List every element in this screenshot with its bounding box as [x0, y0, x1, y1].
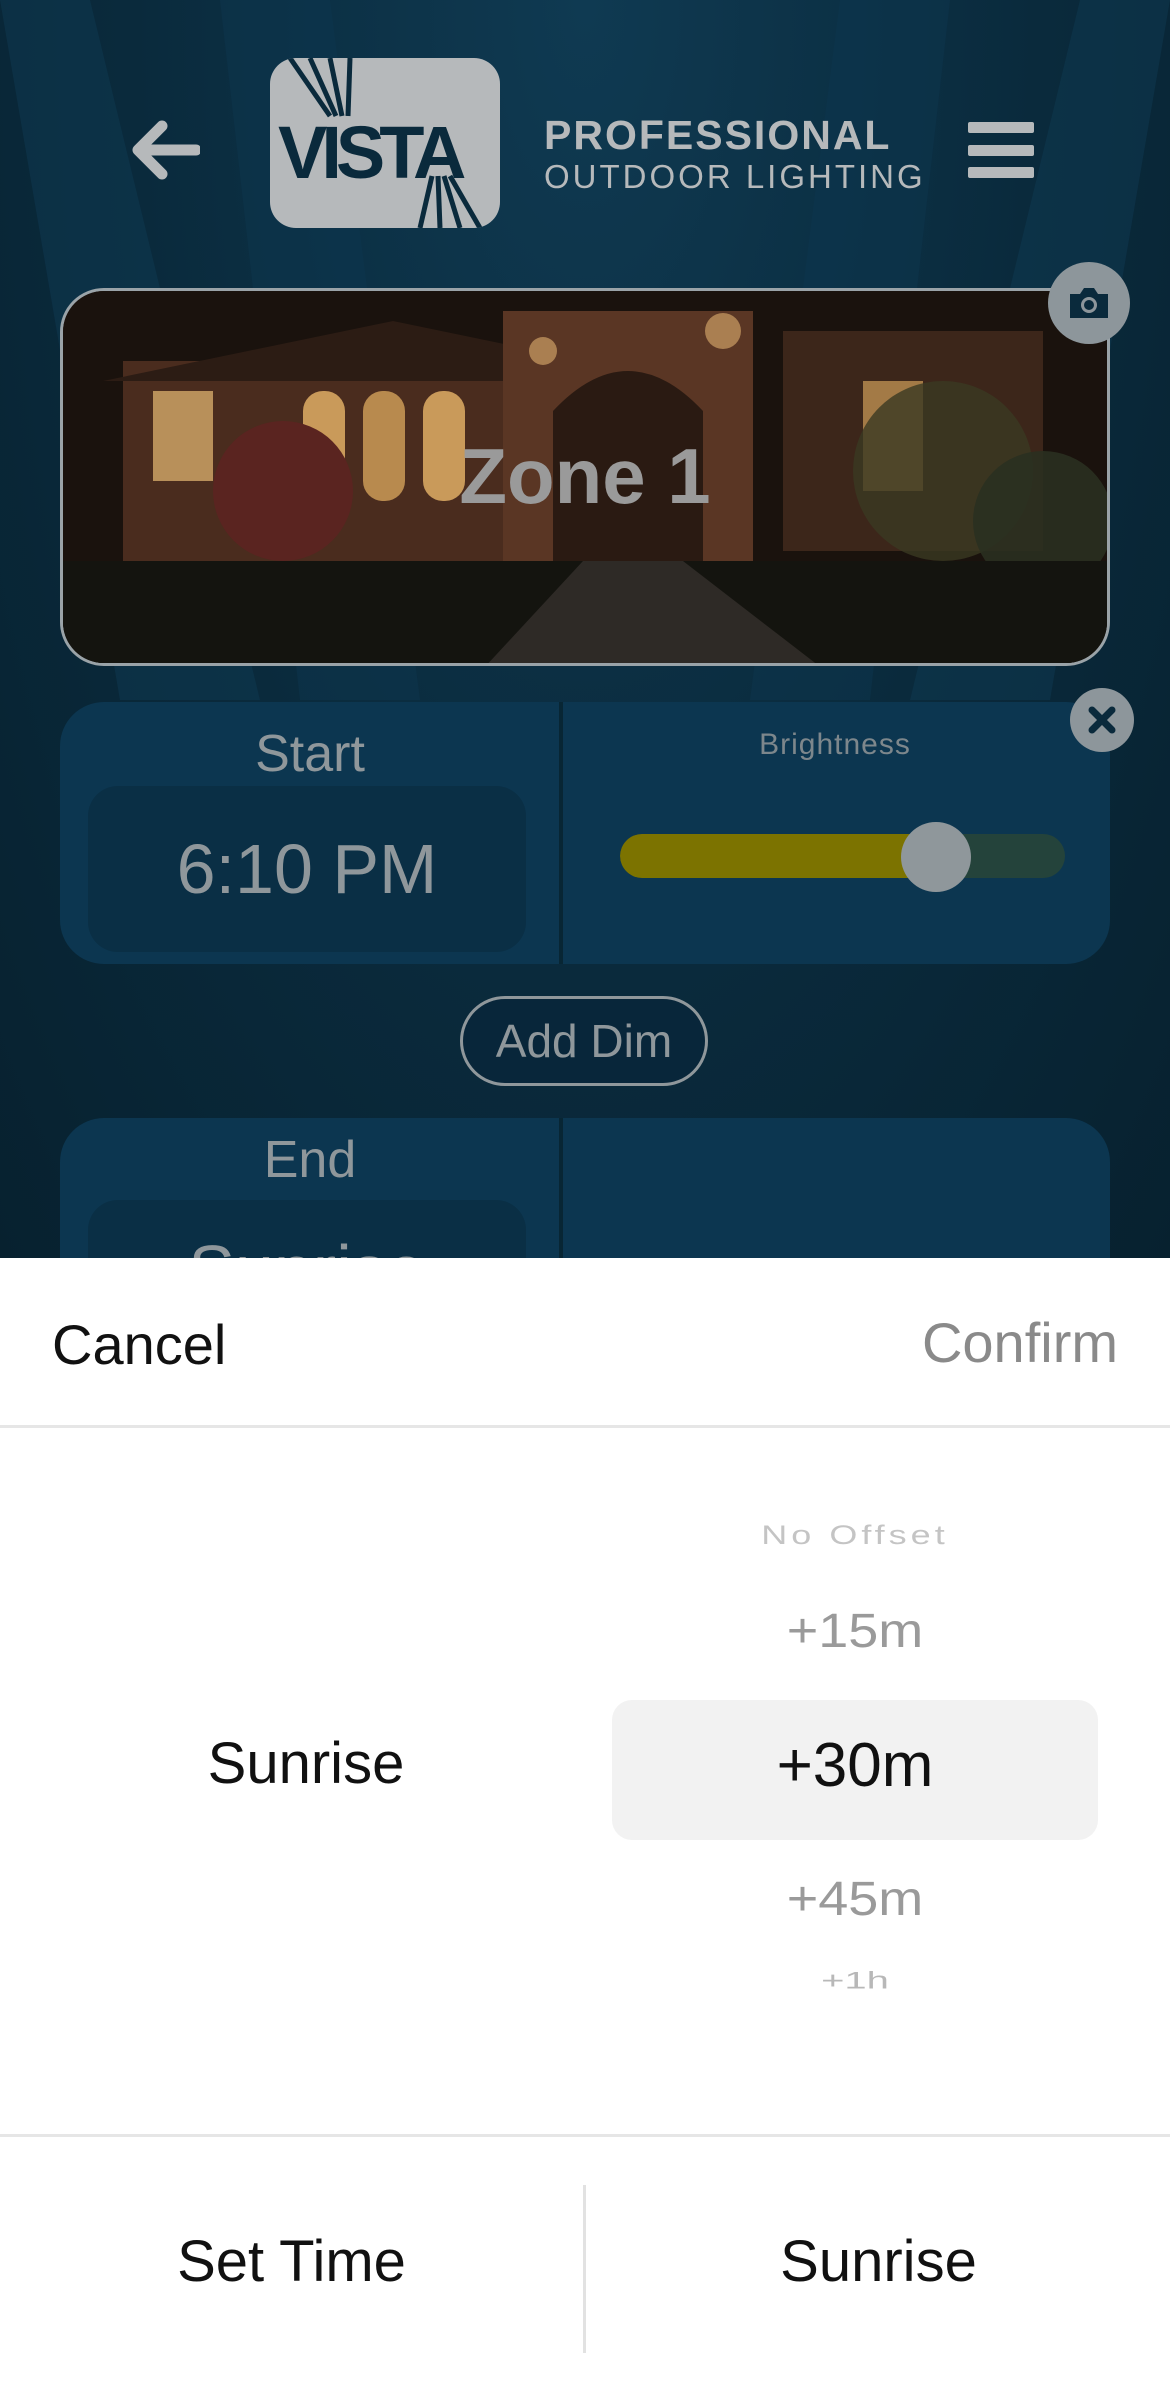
add-dim-button[interactable]: Add Dim [460, 996, 708, 1086]
start-label: Start [255, 725, 365, 783]
brightness-slider-fill [620, 834, 936, 878]
brand-subtitle: OUTDOOR LIGHTING [544, 158, 926, 195]
event-column[interactable]: Sunrise [0, 1430, 612, 2130]
offset-option[interactable]: +15m [612, 1603, 1098, 1659]
camera-button[interactable] [1048, 262, 1130, 344]
sheet-toolbar: Cancel Confirm [0, 1258, 1170, 1428]
start-panel: Start 6:10 PM Brightness [60, 702, 1110, 964]
start-time-value: 6:10 PM [176, 830, 438, 908]
offset-option[interactable]: +45m [612, 1871, 1098, 1927]
sunrise-tab[interactable]: Sunrise [587, 2137, 1170, 2382]
cancel-button[interactable]: Cancel [52, 1312, 226, 1377]
offset-option[interactable]: +1h [612, 1968, 1098, 1991]
brand-title: PROFESSIONAL [544, 112, 892, 158]
back-button[interactable] [125, 115, 205, 185]
brightness-slider-thumb[interactable] [900, 822, 971, 892]
app-header: VISTA PROFESSIONAL OUTDOOR LIGHTING [0, 0, 1170, 290]
camera-icon [1070, 288, 1108, 318]
vista-logo: VISTA [270, 58, 500, 228]
logo-wordmark: VISTA [278, 111, 466, 194]
offset-option-selected[interactable]: +30m [612, 1730, 1098, 1801]
end-time-value: Sunrise [188, 1230, 425, 1258]
hamburger-menu-icon [968, 122, 1034, 133]
event-option-selected: Sunrise [207, 1731, 405, 1796]
time-picker-sheet: Cancel Confirm Sunrise No Offset +15m +3… [0, 1258, 1170, 2382]
menu-button[interactable] [968, 122, 1034, 178]
start-time-field[interactable]: 6:10 PM [88, 786, 526, 952]
end-time-field[interactable]: Sunrise [88, 1200, 526, 1258]
confirm-button[interactable]: Confirm [922, 1310, 1118, 1375]
brightness-label: Brightness [759, 728, 911, 761]
close-icon [1088, 706, 1116, 734]
sheet-footer: Set Time Sunrise [0, 2134, 1170, 2382]
zone-title: Zone 1 [459, 432, 711, 520]
arrow-left-icon [132, 120, 200, 180]
end-label: End [263, 1131, 357, 1189]
remove-zone-button[interactable] [1070, 688, 1134, 752]
offset-picker: Sunrise No Offset +15m +30m +45m +1h [0, 1430, 1170, 2130]
footer-divider [583, 2185, 586, 2353]
set-time-tab[interactable]: Set Time [0, 2137, 583, 2382]
brightness-slider[interactable] [620, 834, 1065, 878]
offset-option[interactable]: No Offset [612, 1519, 1098, 1551]
schedule-screen: VISTA PROFESSIONAL OUTDOOR LIGHTING Zone… [0, 0, 1170, 1258]
zone-photo-card[interactable]: Zone 1 [60, 288, 1110, 666]
end-panel: End Sunrise [60, 1118, 1110, 1258]
